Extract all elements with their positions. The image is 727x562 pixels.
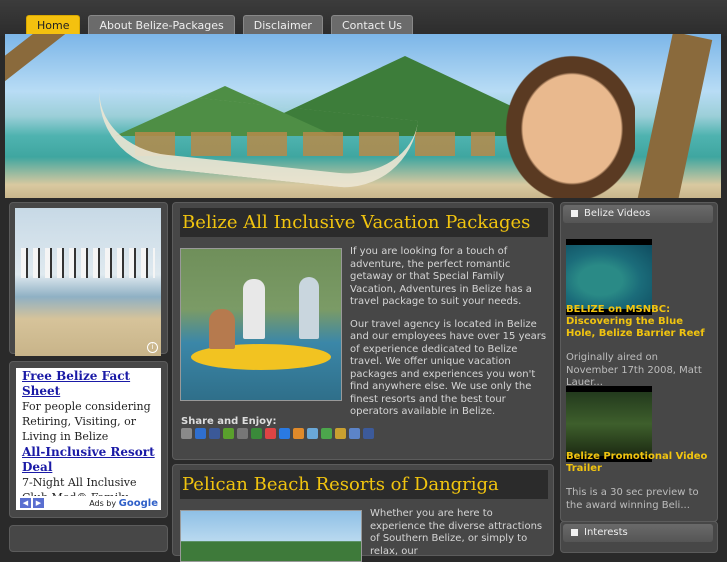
palm-trunk-right: [637, 34, 713, 198]
twitter-icon[interactable]: [307, 428, 318, 439]
print-icon[interactable]: [181, 428, 192, 439]
videos-panel: Belize Videos BELIZE on MSNBC: Discoveri…: [560, 202, 718, 522]
tab-about[interactable]: About Belize-Packages: [88, 15, 235, 35]
ad-next-icon[interactable]: ▶: [33, 498, 44, 508]
technorati-icon[interactable]: [335, 428, 346, 439]
stumble-icon[interactable]: [251, 428, 262, 439]
video-link-msnbc[interactable]: BELIZE on MSNBC: Discovering the Blue Ho…: [566, 304, 712, 340]
article-paragraph: Our travel agency is located in Belize a…: [350, 318, 547, 418]
article-title[interactable]: Belize All Inclusive Vacation Packages: [180, 208, 548, 237]
interests-header: Interests: [563, 524, 713, 542]
tab-disclaimer[interactable]: Disclaimer: [242, 15, 323, 35]
share-icons: [181, 428, 374, 439]
palm-trunk-left: [5, 34, 94, 92]
blog-icon[interactable]: [279, 428, 290, 439]
bullet-icon: [571, 209, 578, 217]
ads-by-google[interactable]: Ads by Google: [89, 498, 158, 509]
email-icon[interactable]: [363, 428, 374, 439]
ad-text-fact-sheet: For people considering Retiring, Visitin…: [22, 400, 151, 443]
bookmark-icon[interactable]: [223, 428, 234, 439]
article-vacation-packages: Belize All Inclusive Vacation Packages I…: [172, 202, 554, 460]
beach-dance-photo[interactable]: i: [15, 208, 161, 356]
video-desc-msnbc: Originally aired on November 17th 2008, …: [566, 352, 702, 388]
child-figure: [209, 309, 235, 349]
pelican-beach-photo: [180, 510, 362, 562]
adult-figure: [243, 279, 265, 339]
adult-figure-2: [299, 277, 319, 339]
facebook-icon[interactable]: [209, 428, 220, 439]
tab-home[interactable]: Home: [26, 15, 81, 35]
person-photo: [495, 44, 635, 198]
left-photo-panel: i: [9, 202, 168, 356]
article-paragraph: If you are looking for a touch of advent…: [350, 246, 532, 307]
kayak-family-photo: [180, 248, 342, 401]
header-decoration: [0, 0, 130, 14]
hero-banner: [5, 34, 721, 198]
digg-icon[interactable]: [237, 428, 248, 439]
dancers-image: [21, 248, 155, 278]
article-body: If you are looking for a touch of advent…: [350, 246, 550, 429]
left-bottom-panel: [9, 525, 168, 552]
article-pelican-beach: Pelican Beach Resorts of Dangriga Whethe…: [172, 464, 554, 562]
article-title[interactable]: Pelican Beach Resorts of Dangriga: [180, 470, 548, 499]
delicious-icon[interactable]: [195, 428, 206, 439]
video-link-promo[interactable]: Belize Promotional Video Trailer: [566, 451, 712, 475]
article-body: Whether you are here to experience the d…: [370, 508, 543, 557]
ad-footer: ◀ ▶ Ads by Google: [16, 496, 161, 510]
videos-header: Belize Videos: [563, 205, 713, 223]
interests-panel: Interests: [560, 521, 718, 553]
tab-contact[interactable]: Contact Us: [330, 15, 414, 35]
ad-link-resort-deal[interactable]: All-Inclusive Resort Deal: [16, 445, 161, 475]
ad-link-fact-sheet[interactable]: Free Belize Fact Sheet: [16, 369, 161, 399]
share-label: Share and Enjoy:: [181, 416, 277, 427]
bullet-icon: [571, 528, 578, 536]
top-bar: Home About Belize-Packages Disclaimer Co…: [0, 0, 727, 36]
video-desc-promo: This is a 30 sec preview to the award wi…: [566, 487, 699, 511]
ad-unit: Free Belize Fact Sheet For people consid…: [16, 368, 161, 510]
blogger-icon[interactable]: [293, 428, 304, 439]
main-nav: Home About Belize-Packages Disclaimer Co…: [26, 15, 414, 35]
live-icon[interactable]: [349, 428, 360, 439]
info-icon[interactable]: i: [147, 342, 158, 353]
ad-prev-icon[interactable]: ◀: [20, 498, 31, 508]
google-icon[interactable]: [265, 428, 276, 439]
myspace-icon[interactable]: [321, 428, 332, 439]
google-ad-panel: Free Belize Fact Sheet For people consid…: [9, 361, 168, 518]
